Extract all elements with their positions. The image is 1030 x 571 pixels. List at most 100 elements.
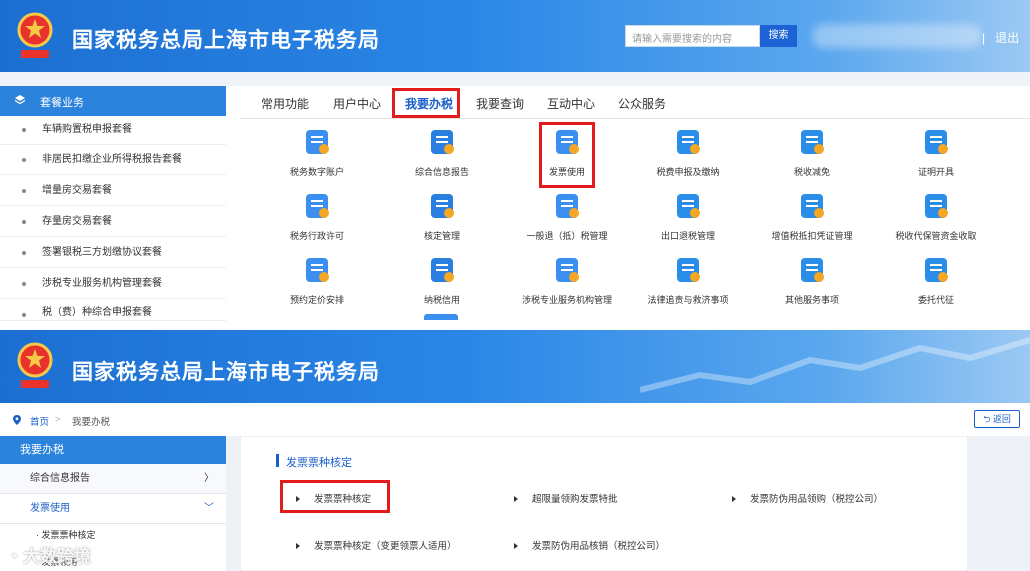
bullet-icon bbox=[22, 189, 26, 193]
service-icon bbox=[801, 194, 824, 218]
service-item[interactable]: 证明开具 bbox=[876, 127, 996, 185]
service-item[interactable]: 涉税专业服务机构管理 bbox=[507, 255, 627, 313]
breadcrumb-home[interactable]: 首页 bbox=[30, 414, 49, 428]
service-label: 委托代征 bbox=[917, 295, 954, 305]
menu-heading: 我要办税 bbox=[0, 436, 226, 464]
service-label: 法律追责与救济事项 bbox=[647, 295, 729, 305]
service-item[interactable]: 税务行政许可 bbox=[257, 191, 377, 249]
service-item[interactable]: 税费申报及缴纳 bbox=[628, 127, 748, 185]
service-icon bbox=[677, 194, 700, 218]
tab-item[interactable]: 常用功能 bbox=[261, 95, 309, 112]
search-input[interactable]: 请输入需要搜索的内容 bbox=[625, 25, 760, 47]
bullet-icon bbox=[22, 158, 26, 162]
service-label: 其他服务事项 bbox=[784, 295, 839, 305]
service-icon bbox=[556, 194, 579, 218]
service-icon bbox=[556, 258, 579, 282]
submenu-item-invoice-type[interactable]: · 发票票种核定 bbox=[36, 528, 96, 541]
menu-item-info-report[interactable]: 综合信息报告 〉 bbox=[0, 464, 226, 494]
menu-item-invoice-use[interactable]: 发票使用 ﹀ bbox=[0, 494, 226, 524]
top-header: 国家税务总局上海市电子税务局 请输入需要搜索的内容 搜索 | 退出 bbox=[0, 0, 1030, 72]
service-label: 涉税专业服务机构管理 bbox=[521, 295, 612, 305]
service-item[interactable]: 其他服务事项 bbox=[752, 255, 872, 313]
bullet-icon bbox=[22, 282, 26, 286]
service-icon bbox=[306, 258, 329, 282]
service-item[interactable]: 一般退（抵）税管理 bbox=[507, 191, 627, 249]
bullet-icon bbox=[22, 313, 26, 317]
service-item[interactable]: 纳税信用 bbox=[382, 255, 502, 313]
logout-link[interactable]: | 退出 bbox=[982, 29, 1019, 46]
tab-item[interactable]: 我要查询 bbox=[476, 95, 524, 112]
sidebar-item[interactable]: 增量房交易套餐 bbox=[0, 176, 226, 206]
service-icon bbox=[431, 194, 454, 218]
breadcrumb-current: 我要办税 bbox=[72, 417, 111, 428]
service-icon bbox=[925, 258, 948, 282]
service-icon bbox=[677, 258, 700, 282]
link-invoice-type-change[interactable]: 发票票种核定（变更领票人适用） bbox=[296, 538, 457, 552]
back-button[interactable]: ⮌ 返回 bbox=[974, 410, 1020, 428]
national-emblem-icon bbox=[17, 12, 53, 58]
service-icon bbox=[306, 130, 329, 154]
link-anticounterfeit-writeoff[interactable]: 发票防伪用品核销（税控公司） bbox=[514, 538, 665, 552]
service-label: 核定管理 bbox=[423, 231, 460, 241]
tab-item[interactable]: 互动中心 bbox=[547, 95, 595, 112]
sidebar-item[interactable]: 签署银税三方划缴协议套餐 bbox=[0, 238, 226, 268]
service-icon bbox=[801, 258, 824, 282]
service-item[interactable]: 委托代征 bbox=[876, 255, 996, 313]
triangle-bullet-icon bbox=[514, 543, 518, 550]
service-label: 税务数字账户 bbox=[289, 167, 344, 177]
service-icon bbox=[306, 194, 329, 218]
watermark-logo-icon: ◔ bbox=[8, 547, 19, 566]
national-emblem-icon bbox=[17, 342, 53, 388]
location-pin-icon bbox=[13, 414, 21, 425]
image-divider bbox=[0, 321, 1030, 330]
sidebar-heading[interactable]: 套餐业务 bbox=[0, 86, 226, 116]
sidebar-item[interactable]: 存量房交易套餐 bbox=[0, 207, 226, 237]
service-item[interactable]: 税务数字账户 bbox=[257, 127, 377, 185]
site-title: 国家税务总局上海市电子税务局 bbox=[72, 361, 380, 384]
tab-item[interactable]: 公众服务 bbox=[618, 95, 666, 112]
invoice-highlight-box bbox=[539, 122, 595, 188]
service-item[interactable]: 法律追责与救济事项 bbox=[628, 255, 748, 313]
link-overlimit-invoice[interactable]: 超限量领购发票特批 bbox=[514, 491, 618, 505]
watermark: ◔ 大数跨境 bbox=[8, 547, 92, 566]
link-anticounterfeit-purchase[interactable]: 发票防伪用品领购（税控公司） bbox=[732, 491, 883, 505]
service-label: 税收减免 bbox=[793, 167, 830, 177]
breadcrumb-sep: > bbox=[55, 414, 61, 425]
service-item[interactable]: 核定管理 bbox=[382, 191, 502, 249]
search-button[interactable]: 搜索 bbox=[760, 25, 797, 47]
service-item[interactable]: 增值税抵扣凭证管理 bbox=[752, 191, 872, 249]
bottom-header: 国家税务总局上海市电子税务局 bbox=[0, 330, 1030, 403]
bullet-icon bbox=[22, 128, 26, 132]
tab-item[interactable]: 用户中心 bbox=[333, 95, 381, 112]
service-label: 证明开具 bbox=[917, 167, 954, 177]
service-label: 税务行政许可 bbox=[289, 231, 344, 241]
service-item[interactable]: 综合信息报告 bbox=[382, 127, 502, 185]
service-item[interactable]: 税收减免 bbox=[752, 127, 872, 185]
triangle-bullet-icon bbox=[514, 496, 518, 503]
section-title: 发票票种核定 bbox=[286, 457, 352, 469]
layers-icon bbox=[14, 94, 26, 106]
service-item[interactable]: 出口退税管理 bbox=[628, 191, 748, 249]
sidebar-item[interactable]: 非居民扣缴企业所得税报告套餐 bbox=[0, 145, 226, 175]
bullet-icon bbox=[22, 251, 26, 255]
chevron-down-icon: ﹀ bbox=[204, 503, 214, 514]
tab-highlight-box bbox=[392, 88, 460, 118]
background-right bbox=[968, 436, 1030, 571]
sidebar-item[interactable]: 涉税专业服务机构管理套餐 bbox=[0, 269, 226, 299]
user-info-blurred bbox=[812, 24, 982, 48]
service-item[interactable]: 预约定价安排 bbox=[257, 255, 377, 313]
site-title: 国家税务总局上海市电子税务局 bbox=[72, 29, 380, 52]
return-icon: ⮌ bbox=[983, 414, 991, 424]
service-icon bbox=[677, 130, 700, 154]
service-item[interactable]: 税收代保管资金收取 bbox=[876, 191, 996, 249]
service-icon bbox=[431, 130, 454, 154]
sidebar-item[interactable]: 税（费）种综合申报套餐 bbox=[0, 300, 226, 321]
breadcrumb: 首页 > 我要办税 bbox=[0, 403, 1030, 437]
section-title-bar bbox=[276, 454, 279, 467]
background-gap bbox=[226, 436, 240, 571]
tab-bar: 常用功能 用户中心 我要办税 我要查询 互动中心 公众服务 bbox=[240, 86, 1030, 119]
partial-icon bbox=[424, 314, 458, 320]
sidebar-item[interactable]: 车辆购置税申报套餐 bbox=[0, 115, 226, 145]
service-label: 出口退税管理 bbox=[660, 231, 715, 241]
service-label: 纳税信用 bbox=[423, 295, 460, 305]
